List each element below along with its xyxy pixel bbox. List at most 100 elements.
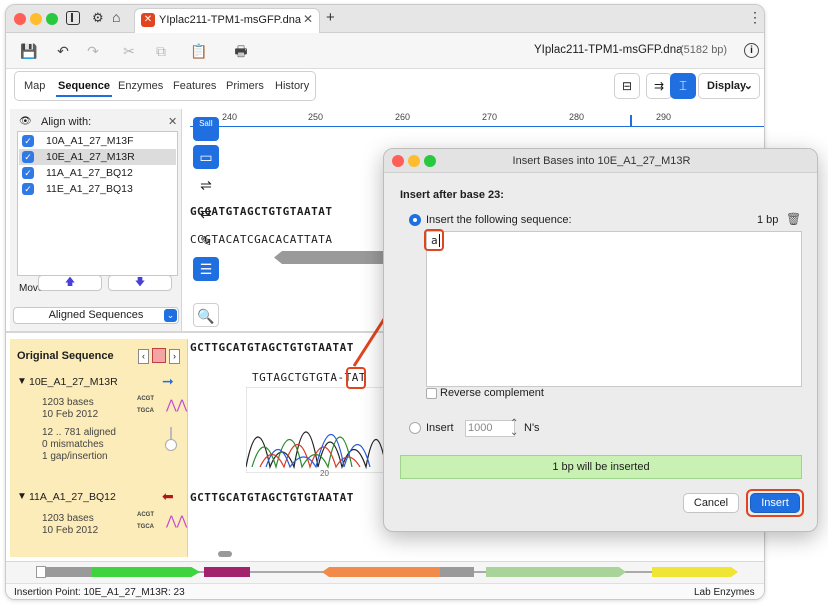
minimize-window-button[interactable]	[30, 13, 42, 25]
map-feature[interactable]	[440, 567, 474, 577]
new-tab-button[interactable]: +	[326, 9, 335, 26]
tab-sequence[interactable]: Sequence	[56, 72, 112, 100]
gear-icon[interactable]: ⚙	[92, 10, 104, 26]
map-feature[interactable]	[204, 567, 250, 577]
ruler-tick: 240	[222, 112, 238, 122]
map-viewport[interactable]	[36, 566, 46, 578]
sidebar-toggle-icon[interactable]	[66, 11, 80, 25]
tab-bar: ⚙ ⌂ ✕ YIplac211-TPM1-msGFP.dna ✕ + ⋮	[6, 5, 764, 33]
reference-sequence-2[interactable]: GCTTGCATGTAGCTGTGTAATAT	[190, 491, 354, 504]
n-suffix-label: N's	[524, 422, 540, 434]
checkbox[interactable]: ✓	[22, 183, 34, 195]
list-item[interactable]: ✓ 11A_A1_27_BQ12	[19, 165, 176, 181]
insert-button[interactable]: Insert	[750, 493, 800, 513]
ruler-tick: 290	[656, 112, 672, 122]
trash-icon[interactable]: 🗑	[786, 212, 801, 226]
enzyme-tool[interactable]: SalI	[193, 117, 219, 141]
print-icon[interactable]: 🖶	[230, 41, 252, 61]
eye-icon[interactable]: 👁	[19, 116, 32, 127]
ruler-tick: 270	[482, 112, 498, 122]
insertion-point: Insertion Point: 10E_A1_27_M13R: 23	[14, 587, 185, 598]
magnify-icon[interactable]: 🔍	[193, 303, 219, 327]
ruler-tick: 280	[569, 112, 585, 122]
more-options-icon[interactable]: ⋮	[748, 9, 762, 26]
checkbox[interactable]: ✓	[22, 151, 34, 163]
info-icon[interactable]: i	[744, 43, 759, 58]
home-icon[interactable]: ⌂	[112, 9, 120, 25]
next-read-button[interactable]: ›	[169, 349, 180, 364]
tab-primers[interactable]: Primers	[226, 72, 264, 100]
alignment-view-icon[interactable]: ☰	[193, 257, 219, 281]
move-down-button[interactable]: 🡇	[108, 275, 172, 291]
radio-insert-ns[interactable]	[409, 422, 421, 434]
undo-icon[interactable]: ↶	[52, 41, 74, 61]
tgca-icon: TGCA	[137, 524, 154, 530]
redo-icon[interactable]: ↷	[82, 41, 104, 61]
bottom-strand[interactable]: CCGTACATCGACACATTATA	[190, 233, 332, 246]
map-feature[interactable]	[46, 567, 92, 577]
checkbox[interactable]: ✓	[22, 167, 34, 179]
sequence-map-overview[interactable]	[6, 561, 764, 583]
reference-sequence[interactable]: GCTTGCATGTAGCTGTGTAATAT	[190, 341, 354, 354]
copy-icon[interactable]: ⧉	[150, 41, 172, 61]
tab-history[interactable]: History	[275, 72, 309, 100]
read-bases: 1203 bases	[42, 513, 94, 524]
paste-icon[interactable]: 📋	[188, 41, 210, 61]
zoom-window-button[interactable]	[46, 13, 58, 25]
reverse-complement-label: Reverse complement	[440, 387, 544, 399]
slider-handle[interactable]	[165, 439, 177, 451]
tab-enzymes[interactable]: Enzymes	[118, 72, 163, 100]
cut-icon[interactable]: ✂	[118, 41, 140, 61]
insert-sequence-label: Insert the following sequence:	[426, 214, 572, 226]
horizontal-scrollbar[interactable]	[190, 549, 764, 559]
document-tab[interactable]: ✕ YIplac211-TPM1-msGFP.dna ✕	[134, 8, 320, 33]
dialog-zoom-button[interactable]	[424, 155, 436, 167]
dialog-titlebar: Insert Bases into 10E_A1_27_M13R	[384, 149, 817, 173]
scroll-thumb[interactable]	[218, 551, 232, 557]
text-cursor-icon[interactable]: ⌶	[670, 73, 696, 99]
cancel-button[interactable]: Cancel	[683, 493, 739, 513]
aligned-sequences-select[interactable]: Aligned Sequences ⌄	[13, 307, 179, 324]
snapgene-file-icon: ✕	[141, 13, 155, 27]
linear-map-icon[interactable]: ⊟	[614, 73, 640, 99]
close-tab-icon[interactable]: ✕	[303, 12, 313, 26]
tab-features[interactable]: Features	[173, 72, 216, 100]
read-color-swatch[interactable]	[152, 348, 166, 363]
reverse-complement-checkbox[interactable]	[426, 388, 437, 399]
list-item[interactable]: ✓ 11E_A1_27_BQ13	[19, 181, 176, 197]
save-icon[interactable]: 💾	[18, 41, 40, 61]
map-feature[interactable]	[92, 567, 200, 577]
tab-map[interactable]: Map	[24, 72, 45, 100]
display-menu[interactable]: Display ⌄	[698, 73, 760, 99]
list-item[interactable]: ✓ 10E_A1_27_M13R	[19, 149, 176, 165]
dialog-minimize-button[interactable]	[408, 155, 420, 167]
move-up-button[interactable]: 🡅	[38, 275, 102, 291]
tool-column: SalI ▭ ⇌ ⇄ ✎ ☰ 🔍	[190, 115, 222, 331]
sequence-input[interactable]: a	[426, 231, 802, 387]
checkbox[interactable]: ✓	[22, 135, 34, 147]
list-item[interactable]: ✓ 10A_A1_27_M13F	[19, 133, 176, 149]
translate-icon[interactable]: ⇌	[193, 173, 219, 197]
top-strand[interactable]: GGCATGTAGCTGTGTAATAT	[190, 205, 332, 218]
enzyme-set[interactable]: Lab Enzymes	[694, 584, 755, 599]
chromatogram-icon: ⋀⋀	[166, 397, 188, 412]
map-feature[interactable]	[652, 567, 738, 577]
stepper-icon[interactable]: ⌃ ⌄	[510, 419, 518, 438]
sequence-ruler: 240 250 260 270 280 290	[190, 109, 764, 127]
feature-tool[interactable]: ▭	[193, 145, 219, 169]
wrap-icon[interactable]: ⇉	[646, 73, 672, 99]
dialog-close-button[interactable]	[392, 155, 404, 167]
n-count-input[interactable]: 1000	[465, 420, 515, 437]
expand-triangle-icon[interactable]: ▼	[17, 376, 27, 387]
original-sequence-title: Original Sequence	[17, 350, 114, 362]
n-count-value: 1000	[468, 422, 493, 434]
prev-read-button[interactable]: ‹	[138, 349, 149, 364]
read-bases: 1203 bases	[42, 397, 94, 408]
close-panel-icon[interactable]: ✕	[168, 115, 177, 128]
expand-triangle-icon[interactable]: ▼	[17, 491, 27, 502]
map-feature[interactable]	[322, 567, 440, 577]
close-window-button[interactable]	[14, 13, 26, 25]
radio-insert-sequence[interactable]	[409, 214, 421, 226]
aligned-sequences-label: Aligned Sequences	[48, 309, 144, 321]
map-feature[interactable]	[486, 567, 626, 577]
